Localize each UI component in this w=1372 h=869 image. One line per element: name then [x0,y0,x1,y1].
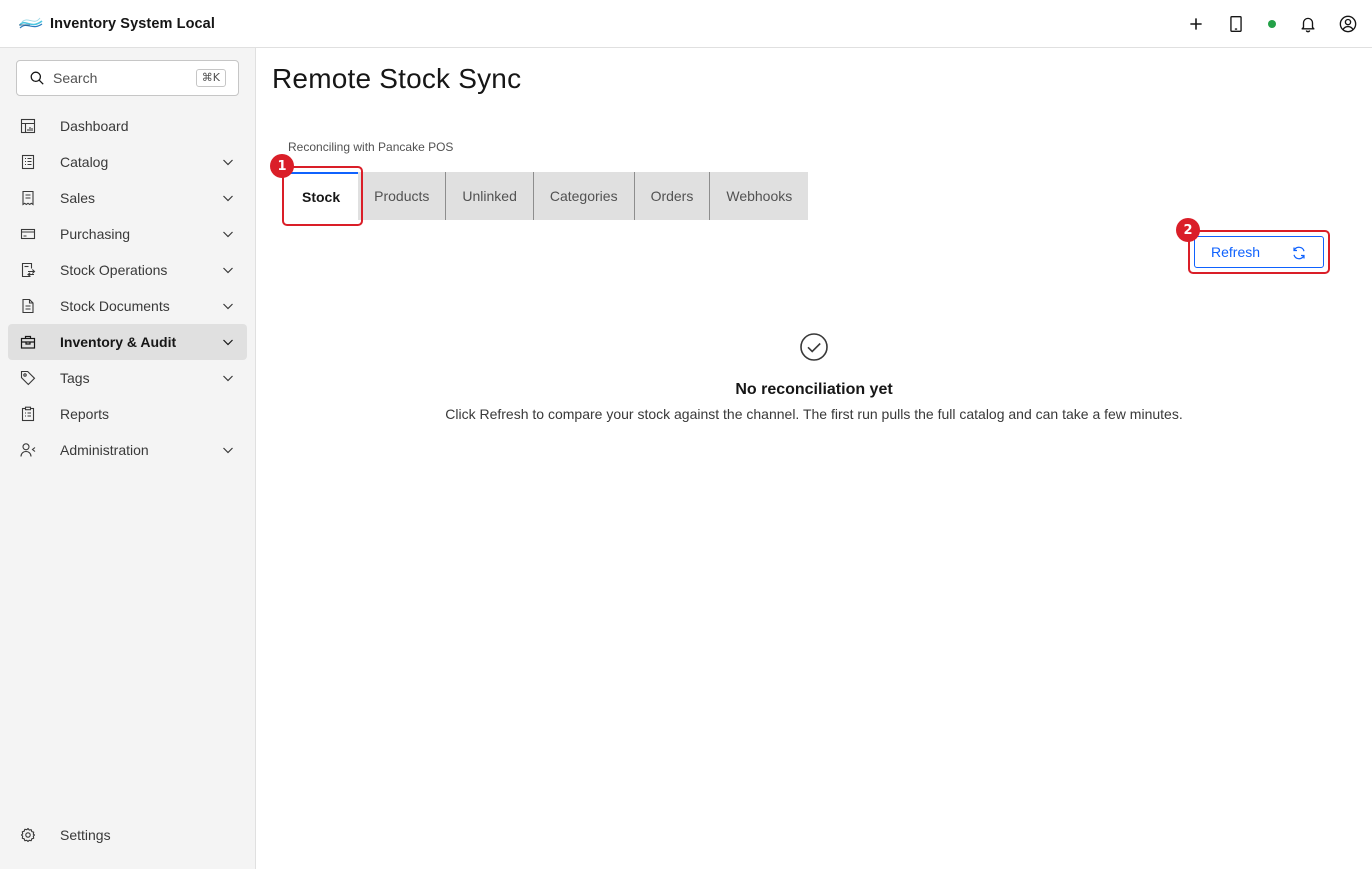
annotation-badge-1: 1 [270,154,294,178]
sidebar-item-label: Inventory & Audit [60,334,177,350]
chevron-down-icon [223,339,233,346]
search-input[interactable] [53,70,183,86]
sidebar-nav: Dashboard Catalog Sales Purchasing Stock… [8,108,247,468]
sidebar-search[interactable]: ⌘K [16,60,239,96]
refresh-button[interactable]: Refresh [1194,236,1324,268]
sidebar-item-label: Purchasing [60,226,131,242]
search-icon [30,71,44,85]
tablet-button[interactable] [1216,0,1256,48]
tab-products[interactable]: Products [358,172,447,220]
tab-list: Stock Products Unlinked Categories Order… [284,171,809,221]
main-content: Remote Stock Sync Reconciling with Panca… [256,48,1372,869]
status-dot [1268,20,1276,28]
tab-webhooks[interactable]: Webhooks [710,172,809,220]
sidebar-item-label: Dashboard [60,118,129,134]
chevron-down-icon [223,375,233,382]
settings-icon [20,827,36,843]
notification-icon [1301,17,1315,33]
sidebar-item-sales[interactable]: Sales [8,180,247,216]
sidebar-item-label: Stock Operations [60,262,168,278]
empty-state-title: No reconciliation yet [735,381,893,398]
app-name: Inventory System Local [50,15,215,32]
tab-stock[interactable]: Stock [284,172,359,220]
sidebar-item-stock-documents[interactable]: Stock Documents [8,288,247,324]
notifications-button[interactable] [1288,0,1328,48]
sidebar-item-label: Sales [60,190,96,206]
chevron-down-icon [223,195,233,202]
page-title: Remote Stock Sync [272,63,522,94]
annotation-badge-2: 2 [1176,218,1200,242]
sidebar-item-reports[interactable]: Reports [8,396,247,432]
dashboard-icon [20,118,36,134]
sidebar-item-catalog[interactable]: Catalog [8,144,247,180]
brand[interactable]: Inventory System Local [0,0,215,48]
empty-state-description: Click Refresh to compare your stock agai… [445,406,1183,422]
refresh-button-label: Refresh [1211,244,1261,260]
user-menu-button[interactable] [1328,0,1368,48]
tag-icon [20,370,36,386]
sidebar-item-label: Reports [60,406,110,422]
sidebar-item-inventory-audit[interactable]: Inventory & Audit [8,324,247,360]
tab-categories[interactable]: Categories [533,172,635,220]
inventory-audit-icon [20,335,36,349]
chevron-down-icon [223,267,233,274]
add-icon [1190,18,1202,30]
sidebar-item-dashboard[interactable]: Dashboard [8,108,247,144]
add-button[interactable] [1176,0,1216,48]
stock-operations-icon [21,262,36,278]
connection-status [1256,0,1288,48]
checkmark-circle-icon [800,333,828,361]
refresh-icon [1293,246,1305,260]
user-avatar-icon [1339,15,1357,33]
empty-state: No reconciliation yet Click Refresh to c… [256,332,1372,422]
sales-icon [22,190,34,206]
sidebar-item-label: Administration [60,442,149,458]
sidebar-item-label: Settings [60,827,111,843]
stock-documents-icon [22,298,34,314]
purchasing-icon [20,228,36,240]
top-header: Inventory System Local [0,0,1372,48]
sidebar-item-label: Catalog [60,154,109,170]
sidebar-item-administration[interactable]: Administration [8,432,247,468]
search-shortcut-badge: ⌘K [195,69,226,87]
reports-icon [21,406,35,422]
sidebar: ⌘K Dashboard Catalog Sales Purchasing St… [0,48,256,869]
sidebar-item-label: Tags [60,370,90,386]
chevron-down-icon [223,231,233,238]
sidebar-item-settings[interactable]: Settings [8,817,247,853]
chevron-down-icon [223,303,233,310]
sidebar-item-stock-operations[interactable]: Stock Operations [8,252,247,288]
sidebar-item-tags[interactable]: Tags [8,360,247,396]
catalog-icon [21,154,35,170]
tablet-icon [1230,16,1242,32]
brand-logo-icon [19,17,43,28]
tab-orders[interactable]: Orders [634,172,711,220]
tab-unlinked[interactable]: Unlinked [446,172,534,220]
chevron-down-icon [223,447,233,454]
sidebar-item-label: Stock Documents [60,298,170,314]
administration-icon [20,443,36,457]
sidebar-item-purchasing[interactable]: Purchasing [8,216,247,252]
page-subtitle: Reconciling with Pancake POS [288,140,454,154]
chevron-down-icon [223,159,233,166]
